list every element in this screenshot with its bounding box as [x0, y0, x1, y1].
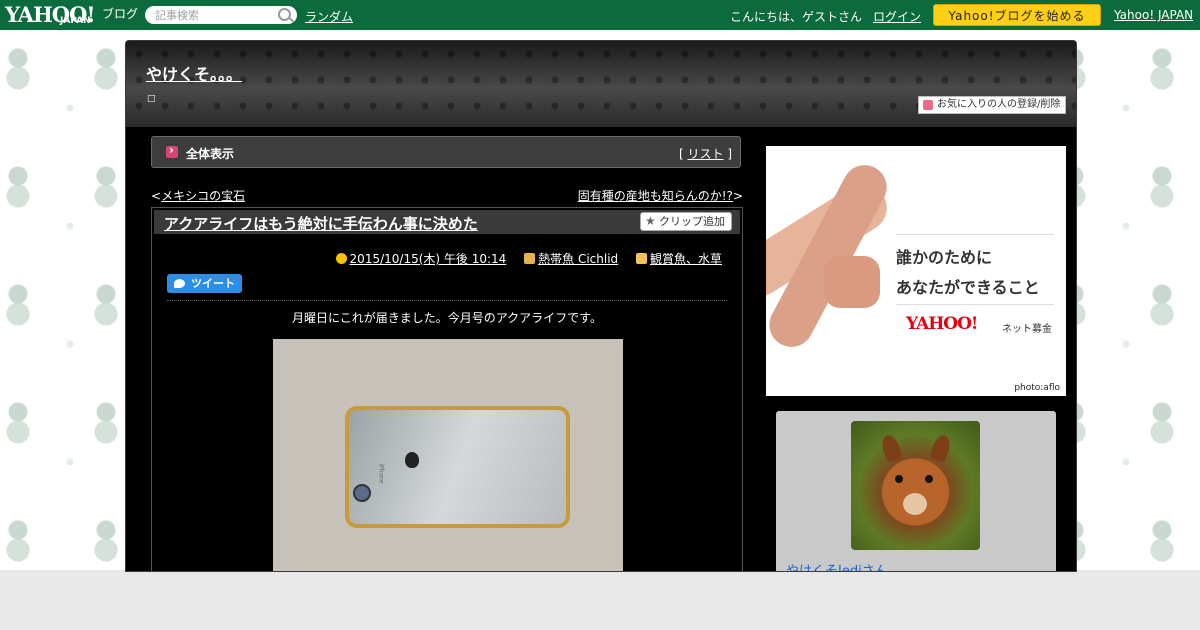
- article-meta: 2015/10/15(木) 午後 10:14 熱帯魚 Cichlid 観賞魚、水…: [322, 250, 722, 267]
- random-link[interactable]: ランダム: [305, 8, 353, 25]
- next-article: 固有種の産地も知らんのか!?>: [578, 187, 743, 204]
- ad-headline-1: 誰かのために: [896, 248, 993, 267]
- view-all-label: 全体表示: [186, 147, 235, 161]
- article-header: アクアライフはもう絶対に手伝わん事に決めた ★ クリップ追加: [154, 210, 740, 234]
- blog-header: やけくそ。。。 □ お気に入りの人の登録/削除: [126, 41, 1076, 127]
- clip-add-button[interactable]: ★ クリップ追加: [640, 212, 732, 231]
- article-category-link[interactable]: 熱帯魚 Cichlid: [538, 252, 618, 266]
- greeting-text: こんにちは、ゲストさん: [730, 10, 863, 24]
- ad-rule-bottom: [896, 304, 1054, 305]
- squirrel-eye-left: [895, 475, 903, 483]
- yahoo-japan-link[interactable]: Yahoo! JAPAN: [1114, 8, 1193, 22]
- profile-card: やけくそJediさん: [776, 411, 1056, 571]
- article: アクアライフはもう絶対に手伝わん事に決めた ★ クリップ追加 2015/10/1…: [151, 207, 743, 571]
- squirrel-ear-right: [929, 433, 953, 463]
- page-bottom-area: [0, 570, 1200, 630]
- phone-label: iPhone: [377, 463, 385, 484]
- squirrel-eye-right: [925, 475, 933, 483]
- profile-name-link[interactable]: やけくそJediさん: [786, 560, 888, 571]
- clip-add-label: クリップ追加: [659, 215, 725, 228]
- book-icon: [524, 253, 536, 264]
- ad-brand-sub: ネット募金: [1002, 324, 1052, 335]
- header-star-pattern: [126, 41, 1076, 127]
- camera-icon: [353, 484, 371, 502]
- article-date-link[interactable]: 2015/10/15(木) 午後 10:14: [350, 252, 507, 266]
- favorite-register-button[interactable]: お気に入りの人の登録/削除: [918, 96, 1066, 114]
- squirrel-muzzle: [903, 493, 927, 515]
- blog-subtitle: □: [147, 94, 156, 104]
- prev-article-link[interactable]: メキシコの宝石: [161, 189, 245, 203]
- folder-icon: [635, 253, 647, 264]
- squirrel-ear-left: [879, 433, 903, 463]
- blog-frame: やけくそ。。。 □ お気に入りの人の登録/削除 全体表示 [ リスト ] <メキ…: [125, 40, 1077, 572]
- avatar[interactable]: [851, 421, 980, 550]
- search-box: [145, 6, 297, 24]
- donation-ad-banner[interactable]: 誰かのために あなたができること YAHOO! ネット募金 photo:aflo: [766, 146, 1066, 396]
- list-toggle: [ リスト ]: [679, 145, 732, 162]
- article-title[interactable]: アクアライフはもう絶対に手伝わん事に決めた: [164, 213, 478, 234]
- ad-yahoo-logo: YAHOO!: [906, 314, 978, 334]
- article-photo[interactable]: iPhone: [273, 339, 623, 571]
- ad-photo-credit: photo:aflo: [1014, 383, 1060, 393]
- apple-logo-icon: [405, 452, 419, 468]
- list-bracket-close: ]: [723, 147, 732, 161]
- heart-icon: [923, 100, 933, 110]
- phone-image: iPhone: [345, 406, 570, 528]
- tweet-label: ツイート: [191, 277, 235, 290]
- twitter-bird-icon: [174, 279, 185, 288]
- next-symbol: >: [732, 189, 743, 203]
- star-icon: ★: [645, 214, 656, 228]
- list-link[interactable]: リスト: [687, 147, 723, 161]
- view-all-bar: 全体表示 [ リスト ]: [151, 136, 741, 168]
- login-link[interactable]: ログイン: [873, 8, 921, 25]
- arrow-right-icon: [166, 143, 178, 158]
- blog-title[interactable]: やけくそ。。。: [146, 61, 242, 85]
- ad-hands-shape: [824, 256, 880, 308]
- yahoo-topbar: YAHOO! JAPAN ブログ ランダム こんにちは、ゲストさん ログイン Y…: [0, 0, 1200, 30]
- search-icon[interactable]: [278, 8, 291, 21]
- blog-logo-label[interactable]: ブログ: [102, 5, 138, 22]
- article-body-text: 月曜日にこれが届きました。今月号のアクアライフです。: [292, 311, 602, 325]
- start-blog-button[interactable]: Yahoo!ブログを始める: [933, 4, 1101, 26]
- prev-article: <メキシコの宝石: [151, 187, 245, 204]
- ad-headline-2: あなたができること: [896, 278, 1040, 297]
- tweet-button[interactable]: ツイート: [167, 274, 242, 293]
- article-tags-link[interactable]: 観賞魚、水草: [650, 252, 722, 266]
- yahoo-logo-japan: JAPAN: [60, 16, 91, 26]
- article-divider: [167, 300, 727, 301]
- ad-rule-top: [896, 234, 1054, 235]
- clock-icon: [335, 253, 347, 264]
- next-article-link[interactable]: 固有種の産地も知らんのか!?: [578, 189, 733, 203]
- search-input[interactable]: [153, 8, 282, 23]
- favorite-register-label: お気に入りの人の登録/削除: [937, 99, 1061, 110]
- prev-symbol: <: [151, 189, 162, 203]
